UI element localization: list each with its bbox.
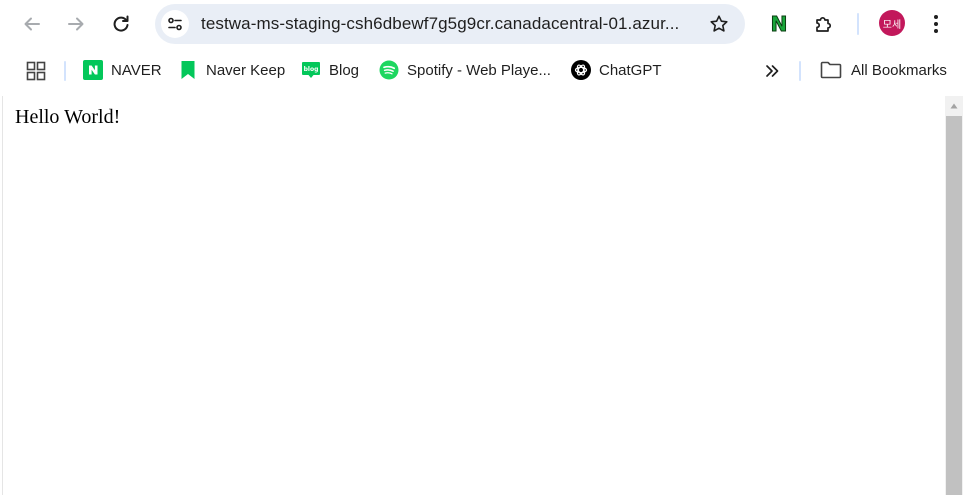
extension-letter: N [770,12,788,36]
more-vert-icon [934,15,938,33]
browser-toolbar: testwa-ms-staging-csh6dbewf7g5g9cr.canad… [0,0,963,48]
more-bookmarks-button[interactable] [762,61,782,81]
bookmark-label: ChatGPT [599,61,662,79]
bookmark-naver[interactable]: NAVER [83,57,162,83]
apps-grid-icon [26,61,46,81]
svg-text:blog: blog [304,66,319,73]
bookmark-label: Blog [329,61,360,79]
bookmarks-bar: NAVER Naver Keep blog Blog Spotify - Web… [0,48,963,94]
bookmark-star-button[interactable] [707,12,731,36]
bookmark-label: NAVER [111,61,162,79]
tune-icon [168,17,182,31]
bookmark-chatgpt[interactable]: ChatGPT [571,57,662,83]
spotify-icon [379,60,399,80]
bookmark-label: Spotify - Web Playe... [407,61,551,79]
puzzle-icon [816,16,832,32]
triangle-up-icon [950,103,958,109]
naver-icon [83,60,103,80]
hello-text: Hello World! [15,106,121,128]
scroll-up-button[interactable] [945,96,963,116]
bookmark-naver-keep[interactable]: Naver Keep [178,57,285,83]
page-content: Hello World! [2,96,945,495]
keep-icon [178,60,198,80]
blog-icon: blog [301,60,321,80]
apps-button[interactable] [26,61,46,81]
scrollbar-thumb[interactable] [946,116,962,495]
all-bookmarks-button[interactable]: All Bookmarks [820,57,947,83]
arrow-left-icon [24,17,40,31]
all-bookmarks-label: All Bookmarks [851,61,947,79]
chatgpt-icon [571,60,591,80]
address-bar[interactable]: testwa-ms-staging-csh6dbewf7g5g9cr.canad… [155,4,745,44]
bookmark-label: Naver Keep [206,61,286,79]
site-info-button[interactable] [161,10,189,38]
bookmark-blog[interactable]: blog Blog [301,57,359,83]
extensions-button[interactable] [811,11,837,37]
arrow-right-icon [68,17,84,31]
url-text[interactable]: testwa-ms-staging-csh6dbewf7g5g9cr.canad… [201,14,679,34]
reload-icon [113,15,129,32]
vertical-scrollbar[interactable] [945,96,963,495]
toolbar-divider [857,13,859,35]
back-button[interactable] [16,8,48,40]
forward-button[interactable] [60,8,92,40]
browser-menu-button[interactable] [924,10,948,38]
profile-avatar[interactable]: 모세 [879,10,905,36]
bookmark-spotify[interactable]: Spotify - Web Playe... [379,57,551,83]
bookmarks-divider [799,61,801,81]
double-chevron-right-icon [766,65,779,77]
bookmarks-divider [64,61,66,81]
reload-button[interactable] [105,8,137,40]
naver-extension-icon[interactable]: N [768,12,790,36]
folder-icon [820,60,842,80]
star-icon [710,15,728,32]
